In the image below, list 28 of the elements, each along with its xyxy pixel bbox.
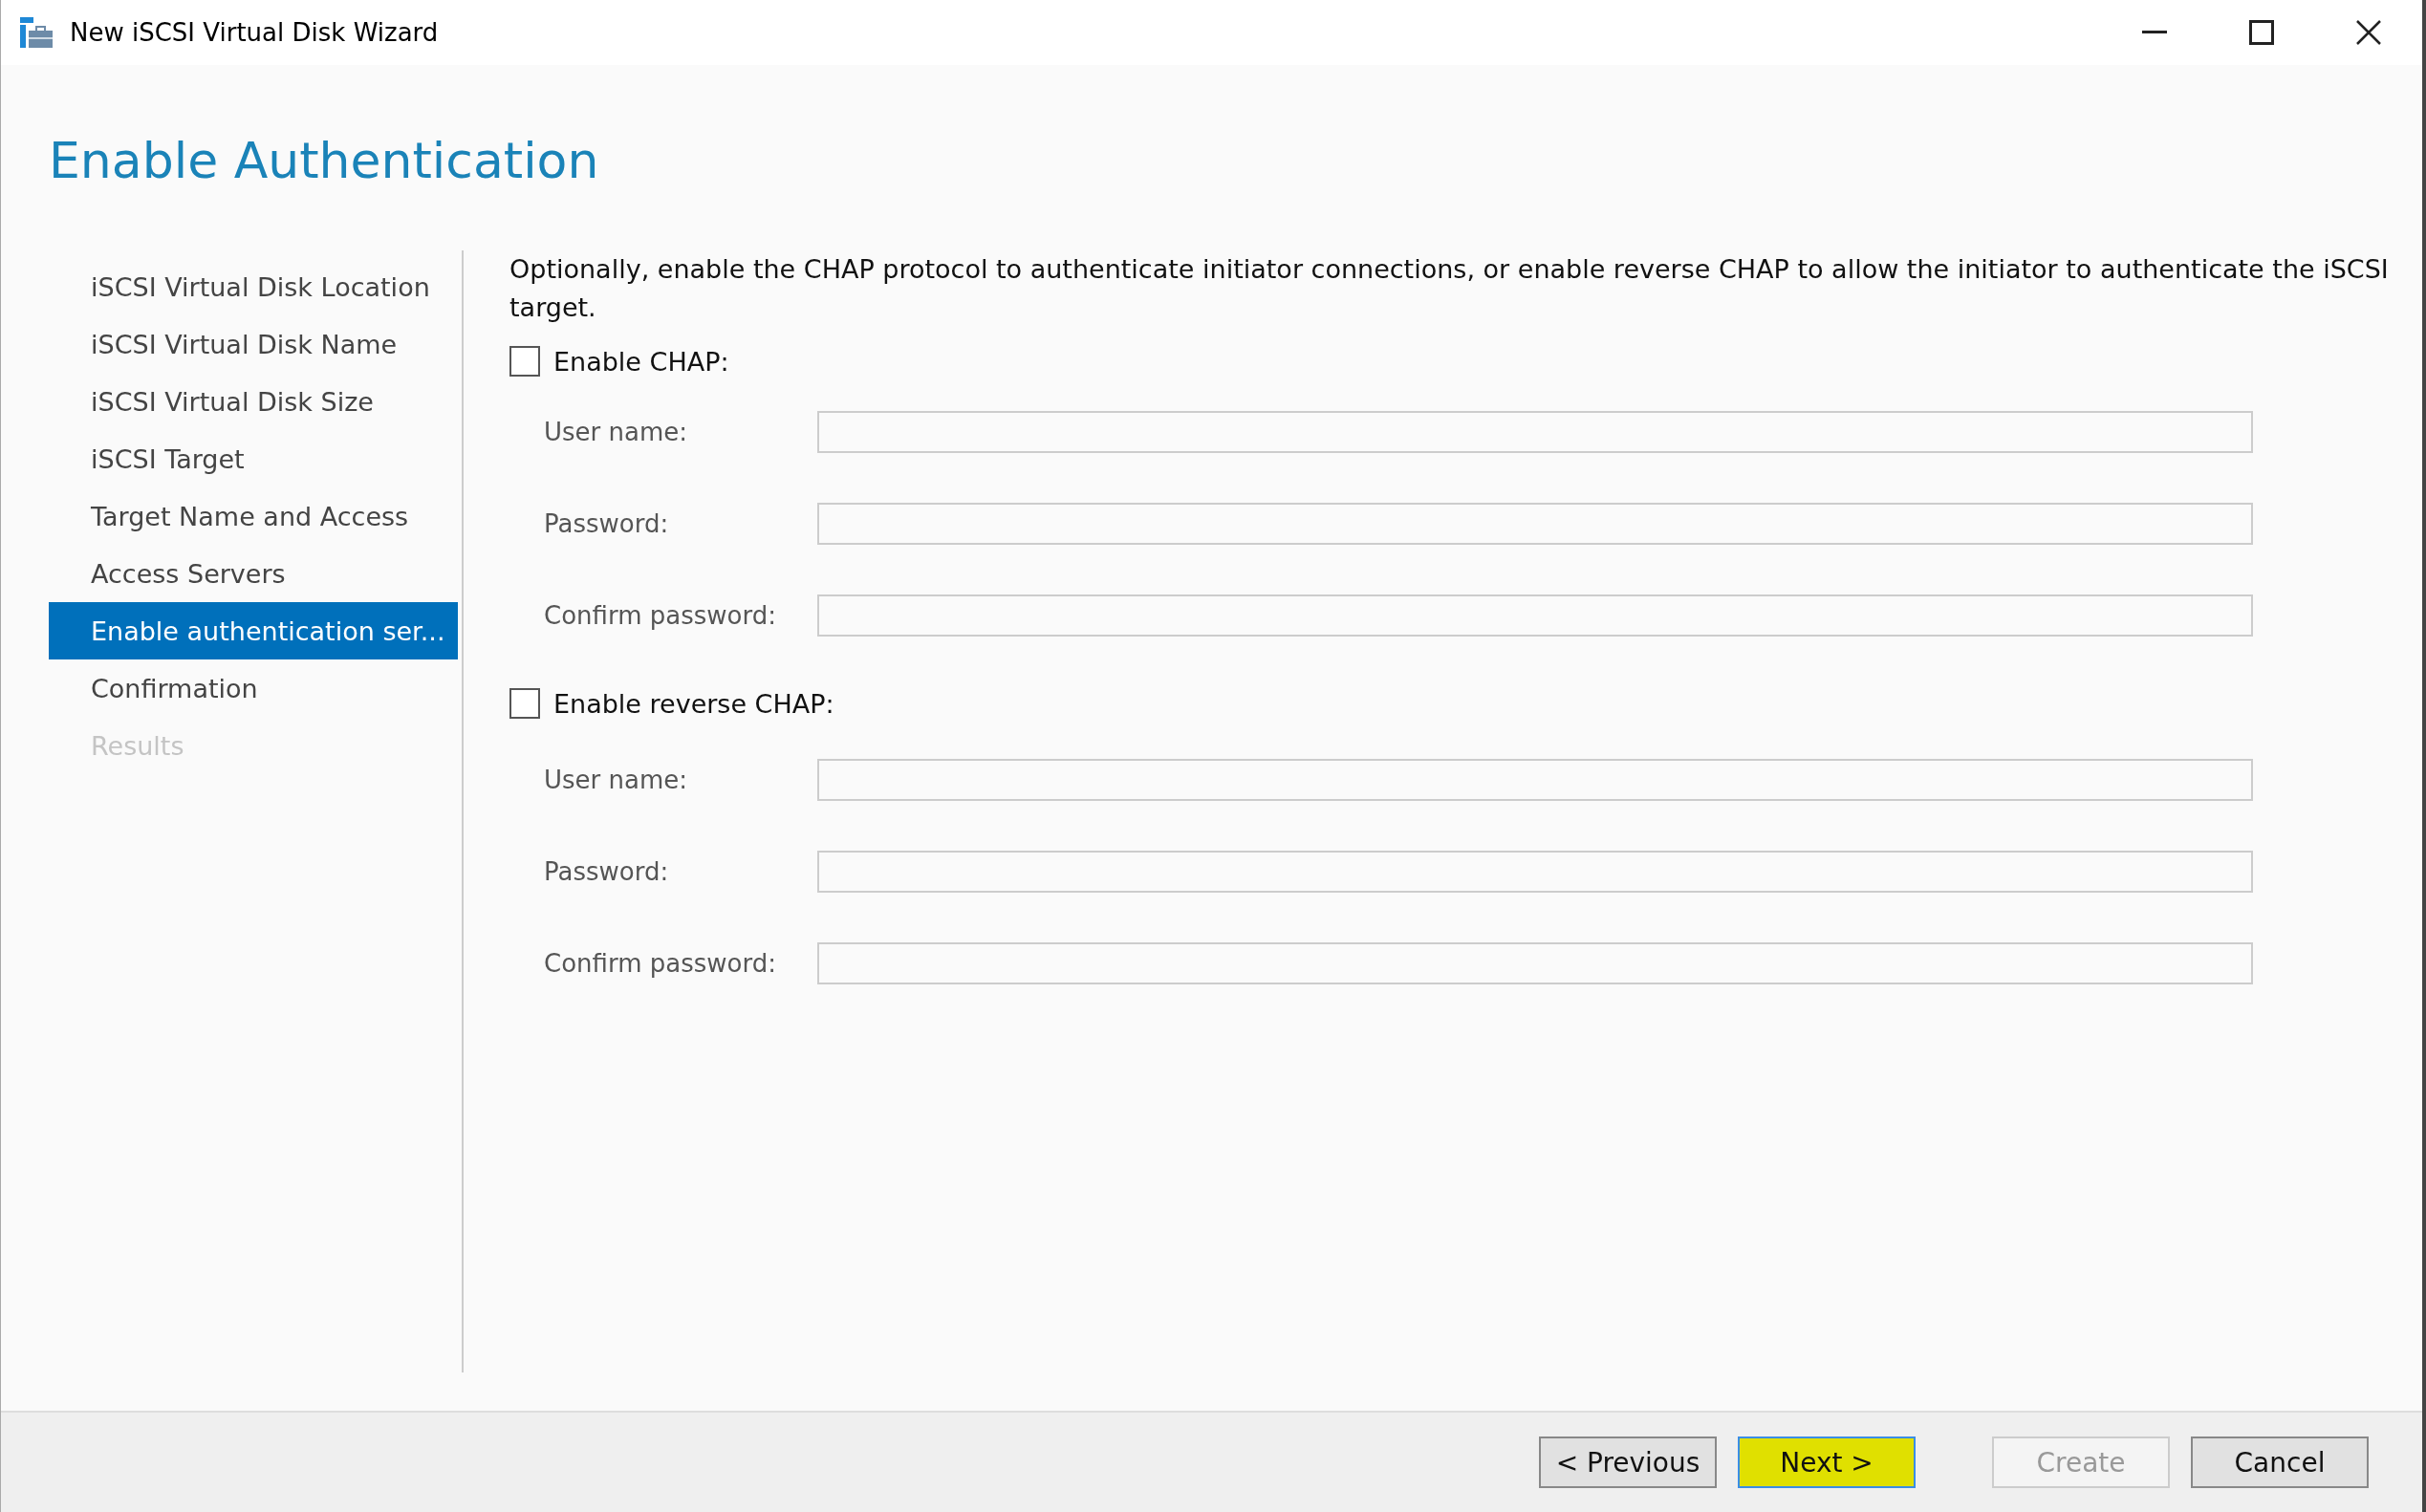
checkbox[interactable] [509,346,540,377]
wizard-step[interactable]: iSCSI Virtual Disk Name [49,315,458,373]
checkbox-label: Enable reverse CHAP: [553,688,834,719]
field-label: User name: [543,766,689,794]
wizard-step[interactable]: Target Name and Access [49,487,458,545]
footer-button[interactable]: < Previous [1539,1436,1717,1488]
field-label: Confirm password: [543,949,777,978]
wizard-step[interactable]: iSCSI Target [49,430,458,487]
checkbox[interactable] [509,688,540,719]
field-label: User name: [543,418,689,446]
app-icon [20,17,53,48]
description-text: Optionally, enable the CHAP protocol to authenticate initiator connections, or enable reverse CHAP to allow the initiator to authenticate the iSCSI target. [509,253,2390,324]
window-title: New iSCSI Virtual Disk Wizard [70,18,440,47]
field-label: Confirm password: [543,601,777,630]
maximize-icon [2249,20,2274,45]
close-icon [2355,19,2382,46]
wizard-step[interactable]: iSCSI Virtual Disk Size [49,373,458,430]
wizard-step[interactable]: Access Servers [49,545,458,602]
minimize-icon [2142,31,2167,34]
footer-button[interactable]: Next > [1738,1436,1916,1488]
wizard-step[interactable]: iSCSI Virtual Disk Location [49,258,458,315]
footer-button[interactable]: Cancel [2191,1436,2369,1488]
wizard-step[interactable]: Confirmation [49,659,458,717]
field-label: Password: [543,857,670,886]
checkbox-label: Enable CHAP: [553,346,729,377]
wizard-step[interactable]: Enable authentication ser... [49,602,458,659]
field-label: Password: [543,509,670,538]
page-heading: Enable Authentication [49,132,600,189]
